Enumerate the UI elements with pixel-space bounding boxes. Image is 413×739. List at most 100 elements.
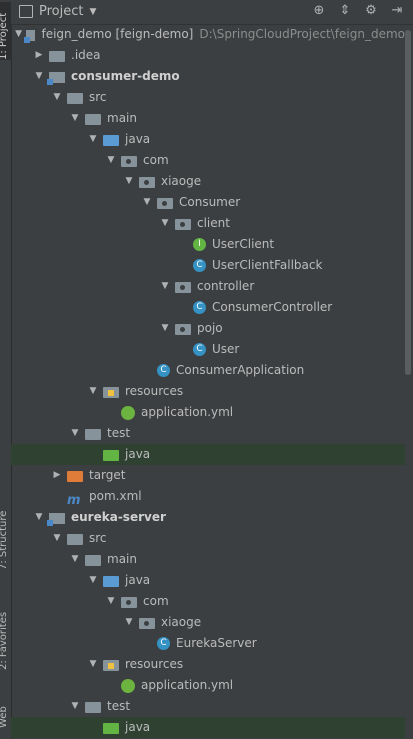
tree-item-label: .idea bbox=[71, 45, 101, 66]
tree-item-text: feign_demo [feign-demo] bbox=[41, 27, 194, 41]
expanded-arrow-icon[interactable]: ▼ bbox=[15, 24, 22, 45]
tree-item-eureka-com[interactable]: ▼ com bbox=[11, 591, 405, 612]
tree-item-text: target bbox=[89, 468, 126, 482]
gear-icon[interactable]: ⚙ bbox=[363, 3, 379, 19]
expanded-arrow-icon[interactable]: ▼ bbox=[33, 507, 45, 528]
expanded-arrow-icon[interactable]: ▼ bbox=[87, 129, 99, 150]
tree-item-text: UserClientFallback bbox=[212, 258, 323, 272]
tree-item-main[interactable]: ▼ main bbox=[11, 108, 405, 129]
tree-item-src[interactable]: ▼ src bbox=[11, 87, 405, 108]
tree-item-text: pojo bbox=[197, 321, 223, 335]
expanded-arrow-icon[interactable]: ▼ bbox=[159, 276, 171, 297]
tree-item-eureka-test[interactable]: ▼ test bbox=[11, 696, 405, 717]
expanded-arrow-icon[interactable]: ▼ bbox=[51, 528, 63, 549]
tree-item-userclientfallback[interactable]: C UserClientFallback bbox=[11, 255, 405, 276]
folder-icon bbox=[49, 51, 65, 62]
tree-item-consumer-demo[interactable]: ▼ consumer-demo bbox=[11, 66, 405, 87]
project-tree[interactable]: ▼ feign_demo [feign-demo] D:\SpringCloudPr… bbox=[11, 24, 405, 739]
tree-item-xiaoge[interactable]: ▼ xiaoge bbox=[11, 171, 405, 192]
tree-item-test-java[interactable]: java bbox=[11, 444, 405, 465]
tree-item-consumer[interactable]: ▼ Consumer bbox=[11, 192, 405, 213]
tree-item-text: com bbox=[143, 153, 169, 167]
tree-item-label: test bbox=[107, 696, 130, 717]
expanded-arrow-icon[interactable]: ▼ bbox=[51, 87, 63, 108]
project-toolbar: Project ▼ ⊕ ⇕ ⚙ ⇥ bbox=[11, 0, 413, 25]
tree-item-text: application.yml bbox=[141, 405, 234, 419]
test-folder-icon bbox=[103, 450, 119, 461]
tree-item-label: eureka-server bbox=[71, 507, 166, 528]
tree-item-eurekaserver[interactable]: C EurekaServer bbox=[11, 633, 405, 654]
expanded-arrow-icon[interactable]: ▼ bbox=[105, 150, 117, 171]
tree-item-target[interactable]: ▶ target bbox=[11, 465, 405, 486]
expanded-arrow-icon[interactable]: ▼ bbox=[69, 423, 81, 444]
tree-item-text: controller bbox=[197, 279, 255, 293]
tree-item-controller[interactable]: ▼ controller bbox=[11, 276, 405, 297]
expanded-arrow-icon[interactable]: ▼ bbox=[105, 591, 117, 612]
expanded-arrow-icon[interactable]: ▼ bbox=[87, 381, 99, 402]
tree-item-test[interactable]: ▼ test bbox=[11, 423, 405, 444]
tree-item-label: resources bbox=[125, 654, 183, 675]
tree-item-eureka-xiaoge[interactable]: ▼ xiaoge bbox=[11, 612, 405, 633]
tree-item-eureka-main[interactable]: ▼ main bbox=[11, 549, 405, 570]
tree-item-text: test bbox=[107, 426, 131, 440]
expanded-arrow-icon[interactable]: ▼ bbox=[69, 108, 81, 129]
tree-item-text: client bbox=[197, 216, 230, 230]
expanded-arrow-icon[interactable]: ▼ bbox=[123, 612, 135, 633]
collapsed-arrow-icon[interactable]: ▶ bbox=[51, 465, 63, 486]
tree-item-label: java bbox=[125, 570, 150, 591]
spring-boot-class-icon: C bbox=[157, 364, 170, 377]
tree-item-label: target bbox=[89, 465, 126, 486]
tree-item-resources[interactable]: ▼ resources bbox=[11, 381, 405, 402]
locate-icon[interactable]: ⊕ bbox=[311, 3, 327, 19]
tree-item-client[interactable]: ▼ client bbox=[11, 213, 405, 234]
folder-icon bbox=[67, 534, 83, 545]
tree-item-consumercontroller[interactable]: C ConsumerController bbox=[11, 297, 405, 318]
expanded-arrow-icon[interactable]: ▼ bbox=[141, 192, 153, 213]
tree-item-consumerapplication[interactable]: C ConsumerApplication bbox=[11, 360, 405, 381]
tree-item-label: client bbox=[197, 213, 230, 234]
expanded-arrow-icon[interactable]: ▼ bbox=[69, 549, 81, 570]
tree-item-text: main bbox=[107, 111, 137, 125]
tree-item-label: pojo bbox=[197, 318, 223, 339]
interface-icon: I bbox=[193, 238, 206, 251]
tree-item-label: application.yml bbox=[141, 675, 233, 696]
spring-config-icon bbox=[121, 405, 135, 420]
tree-item-eureka-test-java[interactable]: java bbox=[11, 717, 405, 738]
tree-item-text: Consumer bbox=[179, 195, 241, 209]
hide-icon[interactable]: ⇥ bbox=[389, 3, 405, 19]
project-view-selector[interactable]: Project ▼ bbox=[19, 4, 96, 19]
tree-item-com[interactable]: ▼ com bbox=[11, 150, 405, 171]
tree-item-pojo[interactable]: ▼ pojo bbox=[11, 318, 405, 339]
tree-item-text: java bbox=[125, 132, 151, 146]
tree-item-user[interactable]: C User bbox=[11, 339, 405, 360]
tree-item-eureka-java[interactable]: ▼ java bbox=[11, 570, 405, 591]
tree-item-eureka-application-yml[interactable]: application.yml bbox=[11, 675, 405, 696]
tree-item-text: resources bbox=[125, 384, 184, 398]
expanded-arrow-icon[interactable]: ▼ bbox=[159, 318, 171, 339]
expanded-arrow-icon[interactable]: ▼ bbox=[123, 171, 135, 192]
tree-item-text: consumer-demo bbox=[71, 69, 180, 83]
tree-item-pom-xml[interactable]: m pom.xml bbox=[11, 486, 405, 508]
collapse-all-icon[interactable]: ⇕ bbox=[337, 3, 353, 19]
tree-item-feign-demo[interactable]: ▼ feign_demo [feign-demo] D:\SpringCloudPr… bbox=[11, 24, 405, 45]
package-icon bbox=[139, 177, 155, 188]
tree-item-idea[interactable]: ▶ .idea bbox=[11, 45, 405, 66]
vertical-scrollbar[interactable] bbox=[405, 30, 411, 375]
tree-item-label: main bbox=[107, 549, 137, 570]
package-icon bbox=[175, 282, 191, 293]
expanded-arrow-icon[interactable]: ▼ bbox=[69, 696, 81, 717]
collapsed-arrow-icon[interactable]: ▶ bbox=[33, 45, 45, 66]
tree-item-eureka-src[interactable]: ▼ src bbox=[11, 528, 405, 549]
expanded-arrow-icon[interactable]: ▼ bbox=[87, 654, 99, 675]
tree-item-java[interactable]: ▼ java bbox=[11, 129, 405, 150]
expanded-arrow-icon[interactable]: ▼ bbox=[159, 213, 171, 234]
tree-item-eureka-server[interactable]: ▼ eureka-server bbox=[11, 507, 405, 528]
tree-item-label: User bbox=[212, 339, 239, 360]
tree-item-label: resources bbox=[125, 381, 183, 402]
tree-item-text: resources bbox=[125, 657, 184, 671]
expanded-arrow-icon[interactable]: ▼ bbox=[87, 570, 99, 591]
tree-item-eureka-resources[interactable]: ▼ resources bbox=[11, 654, 405, 675]
expanded-arrow-icon[interactable]: ▼ bbox=[33, 66, 45, 87]
tree-item-application-yml[interactable]: application.yml bbox=[11, 402, 405, 423]
tree-item-userclient[interactable]: I UserClient bbox=[11, 234, 405, 255]
